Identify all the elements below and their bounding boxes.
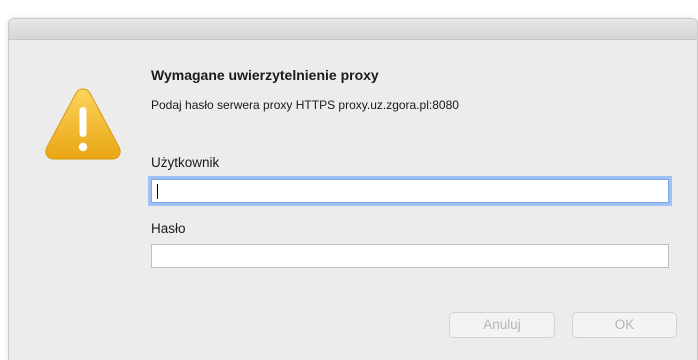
dialog-message: Podaj hasło serwera proxy HTTPS proxy.uz…	[151, 98, 459, 112]
dialog-titlebar	[9, 19, 697, 40]
username-field[interactable]	[151, 179, 669, 203]
proxy-auth-dialog: Wymagane uwierzytelnienie proxy Podaj ha…	[8, 18, 698, 360]
warning-icon	[45, 88, 121, 160]
username-label: Użytkownik	[151, 155, 220, 170]
password-field[interactable]	[151, 244, 669, 268]
ok-button[interactable]: OK	[572, 312, 677, 338]
dialog-title: Wymagane uwierzytelnienie proxy	[151, 67, 379, 83]
password-label: Hasło	[151, 221, 186, 236]
text-caret	[157, 184, 158, 199]
cancel-button[interactable]: Anuluj	[449, 312, 555, 338]
